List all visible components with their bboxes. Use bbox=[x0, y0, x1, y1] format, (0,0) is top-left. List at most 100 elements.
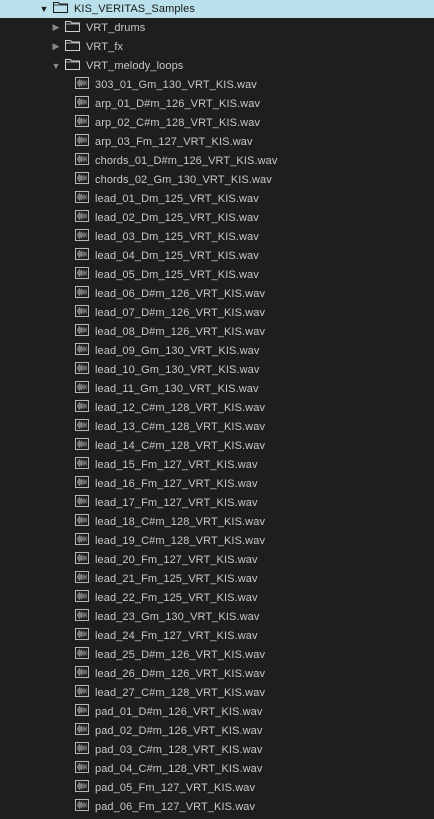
file-label: lead_21_Fm_125_VRT_KIS.wav bbox=[95, 572, 258, 585]
tree-file[interactable]: 303_01_Gm_130_VRT_KIS.wav bbox=[0, 75, 434, 94]
tree-file[interactable]: lead_13_C#m_128_VRT_KIS.wav bbox=[0, 417, 434, 436]
audio-file-icon bbox=[75, 286, 89, 301]
tree-file[interactable]: lead_06_D#m_126_VRT_KIS.wav bbox=[0, 284, 434, 303]
tree-file[interactable]: lead_24_Fm_127_VRT_KIS.wav bbox=[0, 626, 434, 645]
tree-file[interactable]: lead_03_Dm_125_VRT_KIS.wav bbox=[0, 227, 434, 246]
tree-file[interactable]: lead_05_Dm_125_VRT_KIS.wav bbox=[0, 265, 434, 284]
file-browser-tree: ▼ KIS_VERITAS_Samples ▶ VRT_drums ▶ VRT_fx ▼ VR… bbox=[0, 0, 434, 819]
audio-file-icon bbox=[75, 362, 89, 377]
tree-file[interactable]: pad_01_D#m_126_VRT_KIS.wav bbox=[0, 702, 434, 721]
file-label: lead_18_C#m_128_VRT_KIS.wav bbox=[95, 515, 266, 528]
tree-folder[interactable]: ▶ VRT_drums bbox=[0, 18, 434, 37]
tree-file[interactable]: lead_19_C#m_128_VRT_KIS.wav bbox=[0, 531, 434, 550]
file-label: lead_10_Gm_130_VRT_KIS.wav bbox=[95, 363, 260, 376]
tree-file[interactable]: lead_08_D#m_126_VRT_KIS.wav bbox=[0, 322, 434, 341]
file-label: lead_26_D#m_126_VRT_KIS.wav bbox=[95, 667, 266, 680]
audio-file-icon bbox=[75, 305, 89, 320]
tree-file[interactable]: lead_17_Fm_127_VRT_KIS.wav bbox=[0, 493, 434, 512]
audio-file-icon bbox=[75, 248, 89, 263]
tree-file[interactable]: lead_20_Fm_127_VRT_KIS.wav bbox=[0, 550, 434, 569]
tree-file[interactable]: lead_22_Fm_125_VRT_KIS.wav bbox=[0, 588, 434, 607]
tree-file[interactable]: lead_11_Gm_130_VRT_KIS.wav bbox=[0, 379, 434, 398]
tree-file[interactable]: lead_15_Fm_127_VRT_KIS.wav bbox=[0, 455, 434, 474]
audio-file-icon bbox=[75, 552, 89, 567]
tree-file[interactable]: pad_03_C#m_128_VRT_KIS.wav bbox=[0, 740, 434, 759]
file-label: lead_24_Fm_127_VRT_KIS.wav bbox=[95, 629, 258, 642]
file-label: lead_14_C#m_128_VRT_KIS.wav bbox=[95, 439, 266, 452]
tree-file[interactable]: arp_02_C#m_128_VRT_KIS.wav bbox=[0, 113, 434, 132]
tree-file[interactable]: lead_23_Gm_130_VRT_KIS.wav bbox=[0, 607, 434, 626]
tree-file[interactable]: lead_09_Gm_130_VRT_KIS.wav bbox=[0, 341, 434, 360]
tree-file[interactable]: arp_03_Fm_127_VRT_KIS.wav bbox=[0, 132, 434, 151]
audio-file-icon bbox=[75, 533, 89, 548]
audio-file-icon bbox=[75, 381, 89, 396]
tree-file[interactable]: pad_06_Fm_127_VRT_KIS.wav bbox=[0, 797, 434, 816]
audio-file-icon bbox=[75, 609, 89, 624]
audio-file-icon bbox=[75, 704, 89, 719]
chevron-down-icon[interactable]: ▼ bbox=[51, 61, 61, 71]
file-label: lead_08_D#m_126_VRT_KIS.wav bbox=[95, 325, 266, 338]
tree-file[interactable]: chords_01_D#m_126_VRT_KIS.wav bbox=[0, 151, 434, 170]
tree-file[interactable]: pad_04_C#m_128_VRT_KIS.wav bbox=[0, 759, 434, 778]
audio-file-icon bbox=[75, 647, 89, 662]
file-label: lead_17_Fm_127_VRT_KIS.wav bbox=[95, 496, 258, 509]
audio-file-icon bbox=[75, 267, 89, 282]
audio-file-icon bbox=[75, 77, 89, 92]
audio-file-icon bbox=[75, 419, 89, 434]
file-label: lead_15_Fm_127_VRT_KIS.wav bbox=[95, 458, 258, 471]
chevron-down-icon[interactable]: ▼ bbox=[39, 4, 49, 14]
tree-folder[interactable]: ▼ VRT_melody_loops bbox=[0, 56, 434, 75]
tree-file[interactable]: lead_25_D#m_126_VRT_KIS.wav bbox=[0, 645, 434, 664]
tree-root-folder[interactable]: ▼ KIS_VERITAS_Samples bbox=[0, 0, 434, 18]
tree-file[interactable]: pad_02_D#m_126_VRT_KIS.wav bbox=[0, 721, 434, 740]
file-label: lead_11_Gm_130_VRT_KIS.wav bbox=[95, 382, 259, 395]
tree-file[interactable]: lead_14_C#m_128_VRT_KIS.wav bbox=[0, 436, 434, 455]
tree-file[interactable]: lead_21_Fm_125_VRT_KIS.wav bbox=[0, 569, 434, 588]
tree-file[interactable]: pad_05_Fm_127_VRT_KIS.wav bbox=[0, 778, 434, 797]
file-label: lead_23_Gm_130_VRT_KIS.wav bbox=[95, 610, 260, 623]
folder-label: VRT_fx bbox=[86, 40, 124, 53]
file-label: lead_02_Dm_125_VRT_KIS.wav bbox=[95, 211, 259, 224]
audio-file-icon bbox=[75, 514, 89, 529]
tree-file[interactable]: lead_01_Dm_125_VRT_KIS.wav bbox=[0, 189, 434, 208]
file-label: pad_03_C#m_128_VRT_KIS.wav bbox=[95, 743, 263, 756]
audio-file-icon bbox=[75, 476, 89, 491]
tree-file[interactable]: lead_27_C#m_128_VRT_KIS.wav bbox=[0, 683, 434, 702]
file-label: pad_04_C#m_128_VRT_KIS.wav bbox=[95, 762, 263, 775]
audio-file-icon bbox=[75, 343, 89, 358]
file-label: lead_27_C#m_128_VRT_KIS.wav bbox=[95, 686, 266, 699]
folder-icon bbox=[65, 20, 80, 35]
audio-file-icon bbox=[75, 457, 89, 472]
folder-label: KIS_VERITAS_Samples bbox=[74, 2, 195, 15]
audio-file-icon bbox=[75, 780, 89, 795]
file-label: lead_13_C#m_128_VRT_KIS.wav bbox=[95, 420, 266, 433]
file-label: lead_07_D#m_126_VRT_KIS.wav bbox=[95, 306, 266, 319]
tree-file[interactable]: lead_18_C#m_128_VRT_KIS.wav bbox=[0, 512, 434, 531]
audio-file-icon bbox=[75, 438, 89, 453]
file-label: arp_03_Fm_127_VRT_KIS.wav bbox=[95, 135, 253, 148]
audio-file-icon bbox=[75, 191, 89, 206]
audio-file-icon bbox=[75, 571, 89, 586]
tree-file[interactable]: lead_12_C#m_128_VRT_KIS.wav bbox=[0, 398, 434, 417]
audio-file-icon bbox=[75, 495, 89, 510]
tree-file[interactable]: lead_07_D#m_126_VRT_KIS.wav bbox=[0, 303, 434, 322]
tree-folder[interactable]: ▶ VRT_fx bbox=[0, 37, 434, 56]
chevron-right-icon[interactable]: ▶ bbox=[51, 22, 61, 33]
chevron-right-icon[interactable]: ▶ bbox=[51, 41, 61, 52]
tree-file[interactable]: lead_16_Fm_127_VRT_KIS.wav bbox=[0, 474, 434, 493]
tree-file[interactable]: lead_04_Dm_125_VRT_KIS.wav bbox=[0, 246, 434, 265]
file-label: lead_06_D#m_126_VRT_KIS.wav bbox=[95, 287, 266, 300]
tree-file[interactable]: chords_02_Gm_130_VRT_KIS.wav bbox=[0, 170, 434, 189]
file-label: pad_01_D#m_126_VRT_KIS.wav bbox=[95, 705, 263, 718]
file-label: lead_09_Gm_130_VRT_KIS.wav bbox=[95, 344, 260, 357]
file-label: lead_22_Fm_125_VRT_KIS.wav bbox=[95, 591, 258, 604]
tree-file[interactable]: lead_26_D#m_126_VRT_KIS.wav bbox=[0, 664, 434, 683]
file-label: arp_01_D#m_126_VRT_KIS.wav bbox=[95, 97, 261, 110]
file-label: lead_19_C#m_128_VRT_KIS.wav bbox=[95, 534, 266, 547]
audio-file-icon bbox=[75, 799, 89, 814]
tree-file[interactable]: lead_10_Gm_130_VRT_KIS.wav bbox=[0, 360, 434, 379]
audio-file-icon bbox=[75, 172, 89, 187]
tree-file[interactable]: arp_01_D#m_126_VRT_KIS.wav bbox=[0, 94, 434, 113]
folder-label: VRT_melody_loops bbox=[86, 59, 184, 72]
tree-file[interactable]: lead_02_Dm_125_VRT_KIS.wav bbox=[0, 208, 434, 227]
